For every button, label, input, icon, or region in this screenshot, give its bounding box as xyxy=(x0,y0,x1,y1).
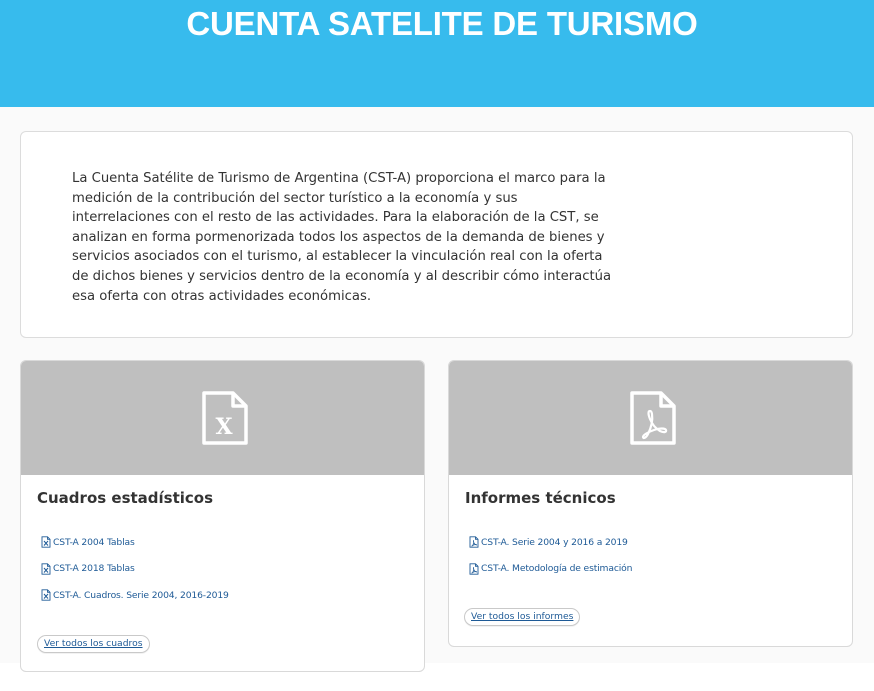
cst-a-serie-2004-2016-2019-link[interactable]: CST-A. Serie 2004 y 2016 a 2019 xyxy=(481,537,628,548)
link-list: CST-A. Serie 2004 y 2016 a 2019 CST-A. M… xyxy=(469,529,632,582)
list-item[interactable]: CST-A 2018 Tablas xyxy=(41,556,229,583)
list-item[interactable]: CST-A 2004 Tablas xyxy=(41,529,229,556)
list-item[interactable]: CST-A. Cuadros. Serie 2004, 2016-2019 xyxy=(41,582,229,609)
excel-file-icon xyxy=(41,536,51,548)
excel-file-icon: X xyxy=(201,391,248,445)
pdf-file-icon xyxy=(469,536,479,548)
card-title: Cuadros estadísticos xyxy=(37,489,214,507)
cst-a-metodologia-link[interactable]: CST-A. Metodología de estimación xyxy=(481,563,632,574)
excel-file-icon xyxy=(41,589,51,601)
intro-card: La Cuenta Satélite de Turismo de Argenti… xyxy=(20,131,853,338)
svg-text:X: X xyxy=(215,414,233,440)
pdf-file-icon xyxy=(469,563,479,575)
informes-card: Informes técnicos CST-A. Serie 2004 y 20… xyxy=(448,360,853,647)
pdf-file-icon xyxy=(629,391,676,445)
page-title: CUENTA SATELITE DE TURISMO xyxy=(186,5,698,42)
card-media: X xyxy=(21,361,424,475)
excel-file-icon xyxy=(41,563,51,575)
page-header: CUENTA SATELITE DE TURISMO xyxy=(0,0,874,107)
cst-a-2018-tablas-link[interactable]: CST-A 2018 Tablas xyxy=(53,563,135,574)
link-list: CST-A 2004 Tablas CST-A 2018 Tablas CST-… xyxy=(41,529,229,609)
cuadros-card: X Cuadros estadísticos CST-A 2004 Tablas… xyxy=(20,360,425,672)
ver-todos-informes-button[interactable]: Ver todos los informes xyxy=(464,608,581,626)
ver-todos-cuadros-button[interactable]: Ver todos los cuadros xyxy=(37,635,150,653)
card-media xyxy=(449,361,852,475)
intro-text: La Cuenta Satélite de Turismo de Argenti… xyxy=(72,171,612,304)
list-item[interactable]: CST-A. Serie 2004 y 2016 a 2019 xyxy=(469,529,632,556)
card-title: Informes técnicos xyxy=(465,489,616,507)
list-item[interactable]: CST-A. Metodología de estimación xyxy=(469,556,632,583)
cst-a-cuadros-serie-link[interactable]: CST-A. Cuadros. Serie 2004, 2016-2019 xyxy=(53,590,229,601)
cst-a-2004-tablas-link[interactable]: CST-A 2004 Tablas xyxy=(53,537,135,548)
